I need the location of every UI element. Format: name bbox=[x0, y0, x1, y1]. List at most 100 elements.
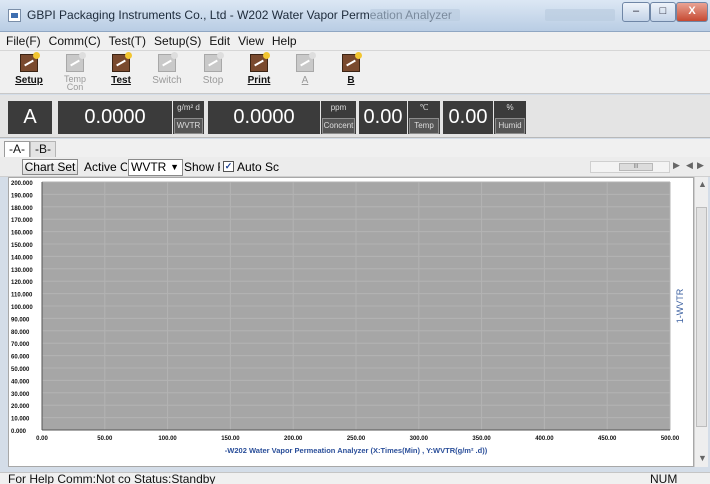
menu-comm[interactable]: Comm(C) bbox=[49, 34, 101, 48]
horizontal-scrollbar[interactable]: III bbox=[590, 161, 670, 173]
test-label: Test bbox=[111, 75, 131, 86]
y-tick-label: 20.000 bbox=[11, 404, 30, 410]
close-button[interactable]: X bbox=[676, 2, 708, 22]
active-series-value: WVTR bbox=[131, 160, 167, 174]
stop-icon bbox=[204, 52, 224, 72]
menu-file[interactable]: File(F) bbox=[6, 34, 41, 48]
concent-label: Concent bbox=[322, 118, 355, 134]
temp-con-label: Temp Con bbox=[63, 74, 86, 92]
pane-left-icon[interactable]: ◀ bbox=[686, 160, 693, 171]
x-tick-label: 350.00 bbox=[472, 436, 491, 442]
auto-scale-label: Auto Sc bbox=[237, 160, 280, 174]
menu-bar: File(F) Comm(C) Test(T) Setup(S) Edit Vi… bbox=[0, 32, 710, 51]
temp-con-icon bbox=[66, 52, 86, 72]
humid-value: 0.00 bbox=[443, 101, 493, 134]
toolbar: Setup Temp Con Test Switch Stop Print A … bbox=[0, 51, 710, 94]
menu-view[interactable]: View bbox=[238, 34, 264, 48]
temp-label: Temp bbox=[409, 118, 439, 134]
tab-a[interactable]: -A- bbox=[4, 141, 30, 157]
chart-frame: 0.000 10.000 20.000 30.000 40.000 50.000 60.00… bbox=[8, 177, 694, 467]
y-tick-label: 110.000 bbox=[11, 293, 33, 299]
status-bar: For Help Comm:Not co Status:Standby NUM bbox=[0, 472, 710, 484]
x-tick-label: 200.00 bbox=[284, 436, 303, 442]
wvtr-unit-box: g/m² d WVTR bbox=[173, 101, 204, 134]
status-text: For Help Comm:Not co Status:Standby bbox=[8, 472, 216, 484]
test-button[interactable]: Test bbox=[98, 52, 144, 92]
channel-a-label: A bbox=[301, 75, 309, 86]
x-tick-label: 450.00 bbox=[598, 436, 617, 442]
channel-indicator: A bbox=[8, 101, 52, 134]
y-tick-label: 190.000 bbox=[11, 193, 33, 199]
titlebar-blur bbox=[545, 9, 615, 21]
channel-b-button[interactable]: B bbox=[328, 52, 374, 92]
y-tick-label: 130.000 bbox=[11, 268, 33, 274]
y-tick-label: 50.000 bbox=[11, 367, 30, 373]
switch-icon bbox=[158, 52, 178, 72]
y-tick-label: 200.000 bbox=[11, 181, 33, 187]
chart-set-button[interactable]: Chart Set bbox=[22, 159, 78, 175]
menu-test[interactable]: Test(T) bbox=[109, 34, 146, 48]
channel-b-label: B bbox=[347, 75, 355, 86]
humid-label: Humid bbox=[495, 118, 525, 134]
y-tick-label: 180.000 bbox=[11, 206, 33, 212]
wvtr-chart[interactable]: 0.000 10.000 20.000 30.000 40.000 50.000 60.00… bbox=[9, 178, 693, 466]
chart-toolbar: Chart Set Active Cl WVTR ▼ Show Ful ✓ Au… bbox=[0, 157, 710, 177]
print-label: Print bbox=[247, 75, 271, 86]
app-icon bbox=[8, 9, 21, 22]
auto-scale-checkbox[interactable]: ✓ bbox=[223, 161, 234, 172]
wvtr-label: WVTR bbox=[174, 118, 203, 134]
active-series-select[interactable]: WVTR ▼ bbox=[128, 159, 183, 176]
pane-right-icon[interactable]: ▶ bbox=[697, 160, 704, 171]
y-tick-label: 0.000 bbox=[11, 429, 27, 435]
tab-b[interactable]: -B- bbox=[30, 141, 56, 157]
vertical-scrollbar-thumb[interactable] bbox=[696, 207, 707, 427]
switch-label: Switch bbox=[152, 75, 182, 86]
menu-help[interactable]: Help bbox=[272, 34, 297, 48]
setup-label: Setup bbox=[15, 75, 43, 86]
readout-panel: A 0.0000 g/m² d WVTR 0.0000 ppm Concent … bbox=[0, 95, 710, 138]
x-tick-label: 300.00 bbox=[410, 436, 429, 442]
series-label: 1-WVTR bbox=[675, 288, 685, 323]
active-channel-label: Active Cl bbox=[84, 160, 127, 174]
maximize-button[interactable]: □ bbox=[650, 2, 676, 22]
menu-edit[interactable]: Edit bbox=[209, 34, 230, 48]
wvtr-value: 0.0000 bbox=[58, 101, 172, 134]
stop-label: Stop bbox=[202, 75, 224, 86]
scrollbar-thumb[interactable]: III bbox=[619, 163, 653, 171]
x-tick-label: 0.00 bbox=[36, 436, 48, 442]
setup-button[interactable]: Setup bbox=[6, 52, 52, 92]
test-icon bbox=[112, 52, 132, 72]
minimize-button[interactable]: – bbox=[622, 2, 650, 22]
menu-setup[interactable]: Setup(S) bbox=[154, 34, 201, 48]
y-tick-label: 100.000 bbox=[11, 305, 33, 311]
chevron-down-icon: ▼ bbox=[170, 162, 179, 172]
scroll-right-icon[interactable]: ▶ bbox=[673, 160, 680, 171]
concent-value: 0.0000 bbox=[208, 101, 320, 134]
temp-unit: ℃ bbox=[419, 103, 429, 112]
wvtr-unit: g/m² d bbox=[177, 103, 200, 112]
scroll-up-icon[interactable]: ▲ bbox=[698, 179, 707, 189]
channel-tabs: -A- -B- bbox=[0, 139, 710, 157]
vertical-scrollbar[interactable]: ▲ ▼ bbox=[694, 177, 708, 467]
channel-a-button[interactable]: A bbox=[282, 52, 328, 92]
concent-unit-box: ppm Concent bbox=[321, 101, 356, 134]
x-tick-label: 50.00 bbox=[97, 436, 113, 442]
setup-icon bbox=[20, 52, 40, 72]
stop-button[interactable]: Stop bbox=[190, 52, 236, 92]
temp-con-button[interactable]: Temp Con bbox=[52, 52, 98, 92]
y-tick-label: 90.000 bbox=[11, 317, 30, 323]
y-tick-label: 60.000 bbox=[11, 355, 30, 361]
num-lock-indicator: NUM bbox=[650, 472, 678, 484]
y-tick-label: 170.000 bbox=[11, 218, 33, 224]
title-bar: GBPI Packaging Instruments Co., Ltd - W2… bbox=[0, 0, 710, 32]
x-tick-label: 400.00 bbox=[535, 436, 554, 442]
x-tick-label: 100.00 bbox=[158, 436, 177, 442]
print-button[interactable]: Print bbox=[236, 52, 282, 92]
channel-a-icon bbox=[296, 52, 316, 72]
temp-value: 0.00 bbox=[359, 101, 407, 134]
channel-b-icon bbox=[342, 52, 362, 72]
y-tick-label: 160.000 bbox=[11, 231, 33, 237]
y-tick-label: 30.000 bbox=[11, 392, 30, 398]
scroll-down-icon[interactable]: ▼ bbox=[698, 453, 707, 463]
switch-button[interactable]: Switch bbox=[144, 52, 190, 92]
